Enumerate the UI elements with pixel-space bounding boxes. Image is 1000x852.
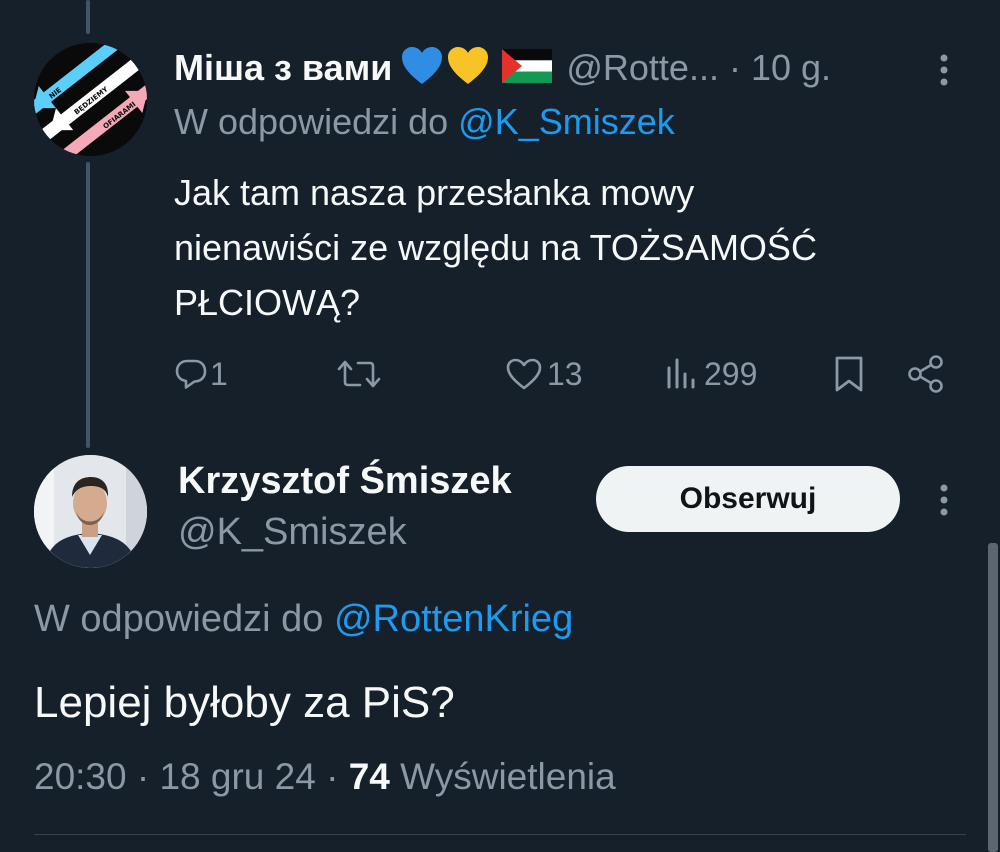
tweet-text: Jak tam nasza przesłanka mowy nienawiści… bbox=[174, 165, 974, 330]
tweet-text-line: nienawiści ze względu na TOŻSAMOŚĆ bbox=[174, 227, 817, 268]
avatar[interactable]: NIE BĘDZIEMY OFIARAMI bbox=[34, 43, 147, 156]
like-button[interactable]: 13 bbox=[505, 348, 583, 400]
tweet-text: Lepiej byłoby za PiS? bbox=[34, 678, 455, 727]
views-count: 299 bbox=[704, 355, 758, 392]
user-handle[interactable]: @K_Smiszek bbox=[178, 511, 407, 554]
tweet-header: Міша з вами @Rotte... · 10 g. bbox=[174, 44, 831, 92]
reply-count: 1 bbox=[210, 355, 228, 392]
yellow-heart-emoji bbox=[446, 46, 490, 91]
scrollbar[interactable] bbox=[988, 543, 998, 852]
like-count: 13 bbox=[547, 355, 583, 392]
retweet-icon bbox=[336, 357, 382, 391]
avatar[interactable] bbox=[34, 455, 147, 568]
avatar-image: NIE BĘDZIEMY OFIARAMI bbox=[34, 43, 147, 156]
tweet-time[interactable]: · 10 g. bbox=[729, 47, 831, 89]
reply-icon bbox=[174, 357, 208, 391]
reply-prefix: W odpowiedzi do bbox=[34, 598, 324, 640]
display-name[interactable]: Krzysztof Śmiszek bbox=[178, 460, 512, 503]
share-icon bbox=[906, 354, 946, 394]
reply-context: W odpowiedzi do @RottenKrieg bbox=[34, 598, 573, 641]
display-name[interactable]: Міша з вами bbox=[174, 47, 392, 89]
follow-button[interactable]: Obserwuj bbox=[596, 466, 900, 532]
views-icon bbox=[664, 357, 700, 391]
tweet-meta: 20:30 · 18 gru 24 · 74 Wyświetlenia bbox=[34, 756, 616, 798]
avatar-photo bbox=[34, 455, 147, 568]
tweet-text-line: Jak tam nasza przesłanka mowy bbox=[174, 172, 695, 213]
reply-mention-link[interactable]: @K_Smiszek bbox=[458, 101, 675, 142]
thread-line bbox=[86, 0, 90, 34]
more-icon[interactable] bbox=[930, 482, 958, 518]
tweet-actions: 1 13 299 bbox=[0, 348, 1000, 400]
views-button[interactable]: 299 bbox=[664, 348, 757, 400]
retweet-button[interactable] bbox=[336, 348, 382, 400]
reply-prefix: W odpowiedzi do bbox=[174, 101, 449, 142]
blue-heart-emoji bbox=[400, 46, 444, 91]
reply-button[interactable]: 1 bbox=[174, 348, 228, 400]
tweet-text-line: PŁCIOWĄ? bbox=[174, 282, 361, 323]
bookmark-icon bbox=[832, 355, 866, 393]
heart-icon bbox=[505, 357, 543, 391]
bookmark-button[interactable] bbox=[832, 348, 866, 400]
views-count: 74 bbox=[348, 756, 390, 797]
tweet-timestamp[interactable]: 20:30 · 18 gru 24 · bbox=[34, 756, 338, 797]
palestine-flag-emoji bbox=[502, 48, 553, 88]
divider bbox=[34, 834, 966, 835]
views-label: Wyświetlenia bbox=[400, 756, 616, 797]
share-button[interactable] bbox=[906, 348, 946, 400]
reply-mention-link[interactable]: @RottenKrieg bbox=[334, 598, 573, 640]
user-handle[interactable]: @Rotte... bbox=[566, 47, 719, 89]
reply-context: W odpowiedzi do @K_Smiszek bbox=[174, 101, 675, 143]
thread-line bbox=[86, 162, 90, 448]
more-icon[interactable] bbox=[930, 52, 958, 88]
